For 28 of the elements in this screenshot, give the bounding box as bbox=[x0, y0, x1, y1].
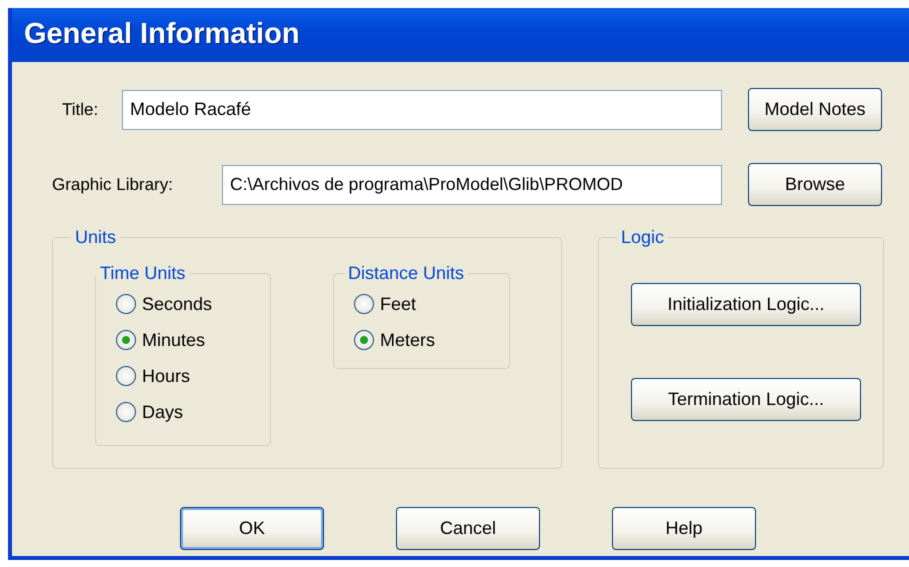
radio-button[interactable] bbox=[354, 294, 374, 314]
radio-label[interactable]: Minutes bbox=[142, 326, 206, 354]
title-field[interactable]: Modelo Racafé bbox=[122, 90, 722, 130]
model-notes-button[interactable]: Model Notes bbox=[748, 88, 882, 131]
radio-button[interactable] bbox=[116, 330, 136, 350]
radio-label[interactable]: Seconds bbox=[142, 290, 212, 318]
logic-button[interactable]: Termination Logic... bbox=[631, 378, 861, 421]
dialog-button[interactable]: Cancel bbox=[396, 507, 540, 550]
radio-label[interactable]: Feet bbox=[380, 290, 416, 318]
radio-button[interactable] bbox=[354, 330, 374, 350]
radio-button[interactable] bbox=[116, 294, 136, 314]
window-title: General Information bbox=[24, 17, 300, 52]
graphic-library-field[interactable]: C:\Archivos de programa\ProModel\Glib\PROMOD bbox=[222, 164, 722, 204]
radio-button[interactable] bbox=[116, 402, 136, 422]
radio-label[interactable]: Days bbox=[142, 398, 184, 426]
browse-button[interactable]: Browse bbox=[748, 163, 882, 206]
field-label: Graphic Library: bbox=[52, 174, 174, 196]
group-label: Logic bbox=[617, 228, 668, 246]
radio-label[interactable]: Meters bbox=[380, 326, 436, 354]
group-label: Distance Units bbox=[344, 264, 468, 282]
dialog-button[interactable]: OK bbox=[180, 507, 324, 550]
radio-button[interactable] bbox=[116, 366, 136, 386]
group-label: Units bbox=[71, 228, 120, 246]
logic-button[interactable]: Initialization Logic... bbox=[631, 283, 861, 326]
group-label: Time Units bbox=[96, 264, 190, 282]
dialog-button[interactable]: Help bbox=[612, 507, 756, 550]
field-label: Title: bbox=[62, 98, 100, 121]
radio-label[interactable]: Hours bbox=[142, 362, 190, 390]
